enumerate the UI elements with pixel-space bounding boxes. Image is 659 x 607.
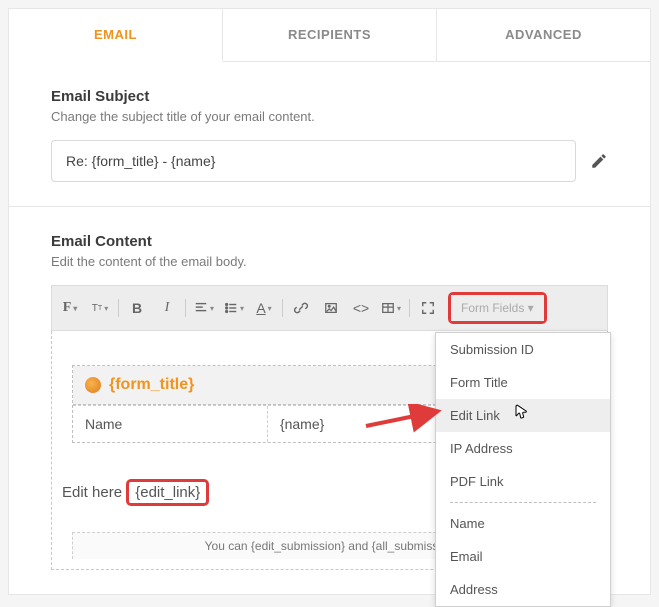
subject-row: [51, 140, 608, 182]
form-title-token: {form_title}: [109, 376, 194, 394]
toolbar-separator: [282, 299, 283, 317]
dropdown-item-edit-link[interactable]: Edit Link: [436, 399, 610, 432]
align-button[interactable]: ▾: [190, 295, 218, 321]
jotform-logo-icon: [85, 377, 101, 393]
subject-input[interactable]: [51, 140, 576, 182]
tabs-bar: EMAIL RECIPIENTS ADVANCED: [9, 9, 650, 62]
email-content-desc: Edit the content of the email body.: [51, 254, 608, 269]
table-button[interactable]: ▾: [377, 295, 405, 321]
form-fields-dropdown: Submission ID Form Title Edit Link IP Ad…: [435, 332, 611, 607]
toolbar-separator: [409, 299, 410, 317]
edit-link-highlight: {edit_link}: [126, 479, 209, 506]
text-color-button[interactable]: A▾: [250, 295, 278, 321]
font-size-button[interactable]: TT▾: [86, 295, 114, 321]
link-button[interactable]: [287, 295, 315, 321]
email-subject-desc: Change the subject title of your email c…: [51, 109, 608, 124]
fullscreen-button[interactable]: [414, 295, 442, 321]
toolbar-separator: [118, 299, 119, 317]
dropdown-divider: [450, 502, 596, 503]
dropdown-item-email[interactable]: Email: [436, 540, 610, 573]
form-fields-button[interactable]: Form Fields ▾: [451, 295, 544, 321]
dropdown-item-address[interactable]: Address: [436, 573, 610, 606]
tab-advanced[interactable]: ADVANCED: [437, 9, 650, 61]
email-subject-section: Email Subject Change the subject title o…: [9, 62, 650, 206]
email-content-title: Email Content: [51, 233, 608, 250]
dropdown-item-form-title[interactable]: Form Title: [436, 366, 610, 399]
dropdown-item-ip-address[interactable]: IP Address: [436, 432, 610, 465]
dropdown-item-submission-id[interactable]: Submission ID: [436, 333, 610, 366]
field-label-name: Name: [73, 406, 268, 442]
edit-here-prefix: Edit here: [62, 484, 126, 501]
italic-button[interactable]: I: [153, 295, 181, 321]
code-button[interactable]: <>: [347, 295, 375, 321]
toolbar-separator: [185, 299, 186, 317]
form-fields-highlight: Form Fields ▾: [448, 292, 547, 324]
edit-subject-icon[interactable]: [590, 152, 608, 170]
tab-recipients[interactable]: RECIPIENTS: [223, 9, 437, 61]
dropdown-item-name[interactable]: Name: [436, 507, 610, 540]
tab-email[interactable]: EMAIL: [9, 9, 223, 62]
settings-card: EMAIL RECIPIENTS ADVANCED Email Subject …: [8, 8, 651, 207]
dropdown-item-pdf-link[interactable]: PDF Link: [436, 465, 610, 498]
editor-toolbar: F▾ TT▾ B I ▾ ▾ A▾ <> ▾ Form Fields ▾: [51, 285, 608, 331]
email-subject-title: Email Subject: [51, 88, 608, 105]
font-family-button[interactable]: F▾: [56, 295, 84, 321]
image-button[interactable]: [317, 295, 345, 321]
list-button[interactable]: ▾: [220, 295, 248, 321]
edit-link-token: {edit_link}: [135, 484, 200, 501]
bold-button[interactable]: B: [123, 295, 151, 321]
